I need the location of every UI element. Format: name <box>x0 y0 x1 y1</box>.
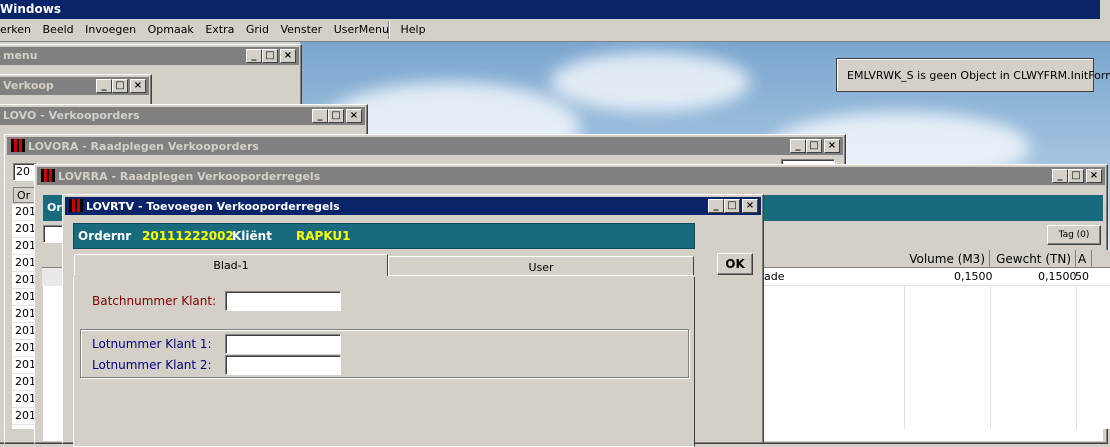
tag-button-label: Tag (0) <box>1058 230 1090 240</box>
ordernr-label: Ordernr <box>78 229 132 243</box>
menu-beeld[interactable]: Beeld <box>43 23 74 36</box>
error-tooltip: EMLVRWK_S is geen Object in CLWYFRM.Init… <box>836 58 1110 92</box>
lot1-label: Lotnummer Klant 1: <box>92 337 212 351</box>
menu-help[interactable]: Help <box>400 23 425 36</box>
lovrra-left-header <box>42 250 64 268</box>
lovrra-row-left <box>42 268 64 286</box>
lot2-input[interactable] <box>225 355 341 375</box>
window-lovrtv: LOVRTV - Toevoegen Verkooporderregels _ … <box>62 194 764 447</box>
row-gewicht: 0,1500 <box>1038 270 1077 283</box>
ok-button-label: OK <box>725 257 745 271</box>
lovora-order-field-value: 20 <box>16 165 30 178</box>
row-desc: ade <box>764 270 785 283</box>
row-extra: 50 <box>1075 270 1089 283</box>
lovrra-column-headers: Volume (M3) Gewcht (TN) A <box>764 250 1110 268</box>
window-lovo-title: LOVO - Verkooporders <box>3 109 140 122</box>
ok-button[interactable]: OK <box>717 253 753 275</box>
window-lovora-titlebar[interactable]: LOVORA - Raadplegen Verkooporders _ □ × <box>7 137 843 155</box>
app-logo-icon <box>11 139 25 152</box>
window-lovrtv-titlebar[interactable]: LOVRTV - Toevoegen Verkooporderregels _ … <box>65 197 761 215</box>
window-lovo-titlebar[interactable]: LOVO - Verkooporders _ □ × <box>0 107 365 125</box>
lovrra-grid-lines <box>764 286 1110 429</box>
app-titlebar: Windows <box>0 0 1110 19</box>
menu-bar: erken Beeld Invoegen Opmaak Extra Grid V… <box>0 19 1110 42</box>
menu-opmaak[interactable]: Opmaak <box>148 23 194 36</box>
app-titlebar-scroll <box>1100 0 1110 19</box>
minimize-icon[interactable]: _ <box>790 139 806 153</box>
window-verkoop-titlebar[interactable]: Verkoop _ □ × <box>0 77 149 95</box>
maximize-icon[interactable]: □ <box>328 109 344 123</box>
window-lovrtv-title: LOVRTV - Toevoegen Verkooporderregels <box>86 200 340 213</box>
menu-usermenu[interactable]: UserMenu <box>334 23 389 36</box>
menu-extra[interactable]: Extra <box>205 23 234 36</box>
lovrtv-order-band: Ordernr 20111222002 Kliënt RAPKU1 <box>73 223 695 249</box>
close-icon[interactable]: × <box>824 139 840 153</box>
lovrtv-tabs: Blad-1 User <box>74 254 694 276</box>
maximize-icon[interactable]: □ <box>1068 169 1084 183</box>
column-header-gewicht[interactable]: Gewcht (TN) <box>990 250 1076 268</box>
batch-input[interactable] <box>225 291 341 311</box>
window-lovrra-titlebar[interactable]: LOVRRA - Raadplegen Verkooporderregels _… <box>37 167 1105 185</box>
app-title: Windows <box>0 2 61 16</box>
maximize-icon[interactable]: □ <box>262 49 278 63</box>
minimize-icon[interactable]: _ <box>1052 169 1068 183</box>
minimize-icon[interactable]: _ <box>708 199 724 213</box>
window-lovrra-title: LOVRRA - Raadplegen Verkooporderregels <box>58 170 321 183</box>
minimize-icon[interactable]: _ <box>312 109 328 123</box>
close-icon[interactable]: × <box>742 199 758 213</box>
window-lovora-title: LOVORA - Raadplegen Verkooporders <box>28 140 259 153</box>
close-icon[interactable]: × <box>1086 169 1102 183</box>
menu-separator <box>388 21 390 39</box>
klient-value: RAPKU1 <box>296 229 351 243</box>
minimize-icon[interactable]: _ <box>246 49 262 63</box>
close-icon[interactable]: × <box>346 109 362 123</box>
app-logo-icon <box>69 199 83 212</box>
menu-grid[interactable]: Grid <box>246 23 269 36</box>
menu-venster[interactable]: Venster <box>280 23 322 36</box>
row-volume: 0,1500 <box>954 270 993 283</box>
ordernr-value: 20111222002 <box>142 229 234 243</box>
lot2-label: Lotnummer Klant 2: <box>92 358 212 372</box>
window-menu-titlebar[interactable]: menu _ □ × <box>0 47 299 65</box>
tab-blad-1[interactable]: Blad-1 <box>74 254 388 276</box>
maximize-icon[interactable]: □ <box>112 79 128 93</box>
menu-invoegen[interactable]: Invoegen <box>85 23 136 36</box>
app-logo-icon <box>41 169 55 182</box>
column-header-volume[interactable]: Volume (M3) <box>904 250 990 268</box>
klient-label: Kliënt <box>232 229 272 243</box>
tag-button[interactable]: Tag (0) <box>1047 225 1101 245</box>
close-icon[interactable]: × <box>280 49 296 63</box>
maximize-icon[interactable]: □ <box>724 199 740 213</box>
menu-werken[interactable]: erken <box>0 23 31 36</box>
window-menu-title: menu <box>3 49 38 62</box>
batch-label: Batchnummer Klant: <box>92 294 217 308</box>
column-header-a[interactable]: A <box>1076 250 1092 268</box>
close-icon[interactable]: × <box>130 79 146 93</box>
maximize-icon[interactable]: □ <box>806 139 822 153</box>
window-verkoop-title: Verkoop <box>3 79 54 92</box>
tab-user[interactable]: User <box>388 256 694 276</box>
lovrra-header-label: Or <box>47 201 62 214</box>
minimize-icon[interactable]: _ <box>96 79 112 93</box>
table-row[interactable]: ade 0,1500 0,1500 50 <box>764 268 1110 286</box>
lot1-input[interactable] <box>225 334 341 354</box>
